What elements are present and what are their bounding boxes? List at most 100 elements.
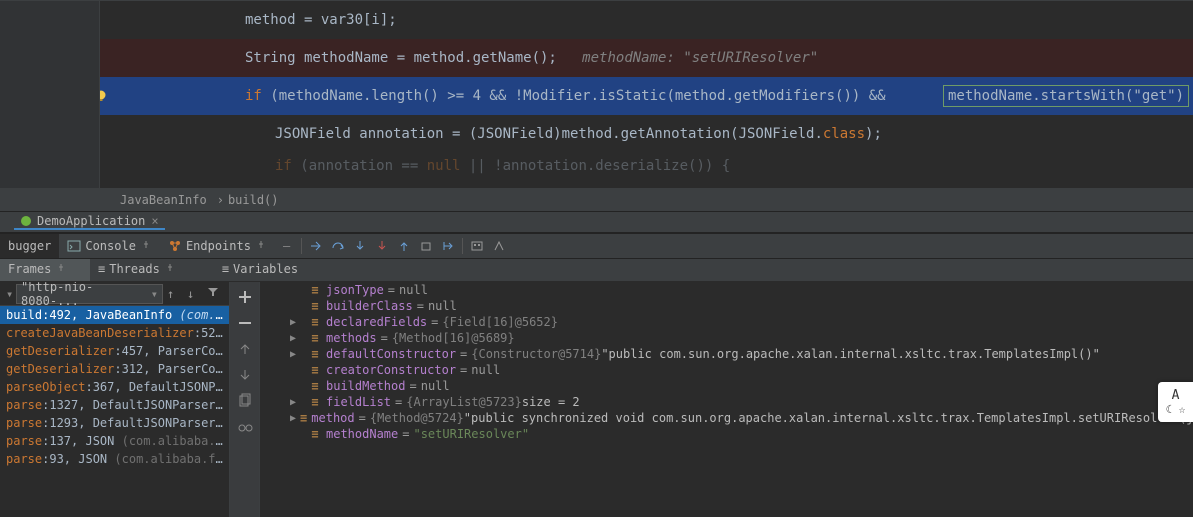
force-step-into-button[interactable]: [371, 239, 393, 253]
remove-watch-button[interactable]: [236, 314, 254, 332]
stack-frame[interactable]: parseObject:367, DefaultJSONParser (c: [0, 378, 229, 396]
variable-row[interactable]: ≡methodName="setURIResolver": [260, 426, 1193, 442]
variable-value: "setURIResolver": [413, 427, 529, 441]
show-execution-point-button[interactable]: [305, 239, 327, 253]
tab-label: bugger: [8, 239, 51, 253]
more-icon[interactable]: —: [275, 234, 298, 258]
tab-endpoints[interactable]: Endpoints: [160, 234, 275, 258]
tab-demoapplication[interactable]: DemoApplication ×: [14, 214, 165, 230]
field-icon: ≡: [308, 363, 322, 377]
breadcrumb-item[interactable]: JavaBeanInfo: [120, 193, 207, 207]
stack-frame[interactable]: createJavaBeanDeserializer:522, Parser: [0, 324, 229, 342]
watches-glasses-icon[interactable]: [236, 418, 254, 436]
stack-frame[interactable]: parse:1327, DefaultJSONParser (com.a: [0, 396, 229, 414]
tab-debugger[interactable]: bugger: [0, 234, 59, 258]
variable-value: {Constructor@5714}: [471, 347, 601, 361]
move-down-button[interactable]: [236, 366, 254, 384]
drop-frame-button[interactable]: [415, 239, 437, 253]
thread-name: "http-nio-8080-...: [21, 282, 151, 308]
expand-arrow-icon[interactable]: ▶: [290, 413, 296, 424]
next-frame-button[interactable]: ↓: [187, 287, 203, 301]
endpoints-icon: [168, 239, 182, 253]
pin-icon[interactable]: [164, 263, 176, 275]
code-line[interactable]: 456 method = var30[i];: [0, 1, 1193, 39]
tab-label: Threads: [109, 262, 160, 276]
tab-threads[interactable]: ≡ Threads: [90, 259, 184, 281]
variable-row[interactable]: ▶≡methods={Method[16]@5689}: [260, 330, 1193, 346]
stack-frame[interactable]: getDeserializer:312, ParserConfig (com: [0, 360, 229, 378]
variable-value: null: [399, 283, 428, 297]
variable-row[interactable]: ≡jsonType=null: [260, 282, 1193, 298]
step-over-button[interactable]: [327, 239, 349, 253]
code-text: if (methodName.length() >= 4 && !Modifie…: [245, 88, 886, 104]
variable-row[interactable]: ▶≡fieldList={ArrayList@5723} size = 2: [260, 394, 1193, 410]
tab-console[interactable]: Console: [59, 234, 160, 258]
thread-select[interactable]: "http-nio-8080-... ▾: [16, 284, 163, 304]
variable-value: null: [471, 363, 500, 377]
debug-toolbar: bugger Console Endpoints —: [0, 233, 1193, 259]
variable-name: buildMethod: [326, 379, 405, 393]
chevron-down-icon[interactable]: ▾: [6, 287, 16, 301]
variable-row[interactable]: ▶≡method={Method@5724} "public synchroni…: [260, 410, 1193, 426]
tab-variables[interactable]: ≡ Variables: [214, 259, 306, 281]
breadcrumb-item[interactable]: build(): [228, 193, 279, 207]
stack-frame[interactable]: build:492, JavaBeanInfo (com.alibaba.f: [0, 306, 229, 324]
close-icon[interactable]: ×: [151, 214, 158, 228]
variable-row[interactable]: ≡builderClass=null: [260, 298, 1193, 314]
run-tabs: DemoApplication ×: [0, 211, 1193, 233]
stack-frame[interactable]: parse:93, JSON (com.alibaba.fastjson): [0, 450, 229, 468]
variable-name: defaultConstructor: [326, 347, 456, 361]
code-text: String methodName = method.getName(); me…: [245, 50, 818, 66]
code-line[interactable]: if (annotation == null || !annotation.de…: [0, 153, 1193, 179]
step-out-button[interactable]: [393, 239, 415, 253]
code-editor[interactable]: 456 method = var30[i]; 457 String method…: [0, 0, 1193, 188]
editor-gutter[interactable]: [0, 1, 100, 188]
expand-arrow-icon[interactable]: ▶: [290, 349, 304, 360]
tab-label: Variables: [233, 262, 298, 276]
frames-panel: ▾ "http-nio-8080-... ▾ ↑ ↓ build:492, Ja…: [0, 282, 230, 517]
presentation-assistant[interactable]: A ☾ ☆: [1158, 382, 1193, 422]
variables-icon: ≡: [222, 262, 229, 276]
move-up-button[interactable]: [236, 340, 254, 358]
expand-arrow-icon[interactable]: ▶: [290, 317, 304, 328]
tab-frames[interactable]: Frames: [0, 259, 90, 281]
field-icon: ≡: [308, 347, 322, 361]
spring-icon: [20, 215, 32, 227]
code-line[interactable]: 459 JSONField annotation = (JSONField)me…: [0, 115, 1193, 153]
breadcrumb[interactable]: JavaBeanInfo › build(): [0, 188, 1193, 211]
copy-button[interactable]: [236, 392, 254, 410]
expand-arrow-icon[interactable]: ▶: [290, 397, 304, 408]
tab-label: Frames: [8, 262, 51, 276]
field-icon: ≡: [308, 331, 322, 345]
stack-frame[interactable]: parse:137, JSON (com.alibaba.fastjson): [0, 432, 229, 450]
variable-row[interactable]: ≡buildMethod=null: [260, 378, 1193, 394]
variable-row[interactable]: ▶≡declaredFields={Field[16]@5652}: [260, 314, 1193, 330]
pin-icon[interactable]: [55, 263, 67, 275]
variable-row[interactable]: ▶≡defaultConstructor={Constructor@5714} …: [260, 346, 1193, 362]
field-icon: ≡: [308, 379, 322, 393]
add-watch-button[interactable]: [236, 288, 254, 306]
trace-button[interactable]: [488, 239, 510, 253]
filter-icon[interactable]: [207, 286, 223, 301]
run-to-cursor-button[interactable]: [437, 239, 459, 253]
expand-arrow-icon[interactable]: ▶: [290, 333, 304, 344]
code-line-current[interactable]: 458 if (methodName.length() >= 4 && !Mod…: [0, 77, 1193, 115]
variable-value: null: [421, 379, 450, 393]
field-icon: ≡: [308, 427, 322, 441]
frame-list[interactable]: build:492, JavaBeanInfo (com.alibaba.fcr…: [0, 306, 229, 468]
prev-frame-button[interactable]: ↑: [167, 287, 183, 301]
stack-frame[interactable]: getDeserializer:457, ParserConfig (com: [0, 342, 229, 360]
stack-frame[interactable]: parse:1293, DefaultJSONParser (com.a: [0, 414, 229, 432]
step-into-button[interactable]: [349, 239, 371, 253]
variable-name: fieldList: [326, 395, 391, 409]
code-line[interactable]: 457 String methodName = method.getName()…: [0, 39, 1193, 77]
pin-icon[interactable]: [140, 240, 152, 252]
variable-row[interactable]: ≡creatorConstructor=null: [260, 362, 1193, 378]
variables-panel[interactable]: ≡jsonType=null≡builderClass=null▶≡declar…: [260, 282, 1193, 517]
evaluate-expression-button[interactable]: [466, 239, 488, 253]
code-text: if (annotation == null || !annotation.de…: [275, 158, 730, 174]
variable-name: method: [311, 411, 354, 425]
field-icon: ≡: [308, 395, 322, 409]
pin-icon[interactable]: [255, 240, 267, 252]
variable-name: builderClass: [326, 299, 413, 313]
